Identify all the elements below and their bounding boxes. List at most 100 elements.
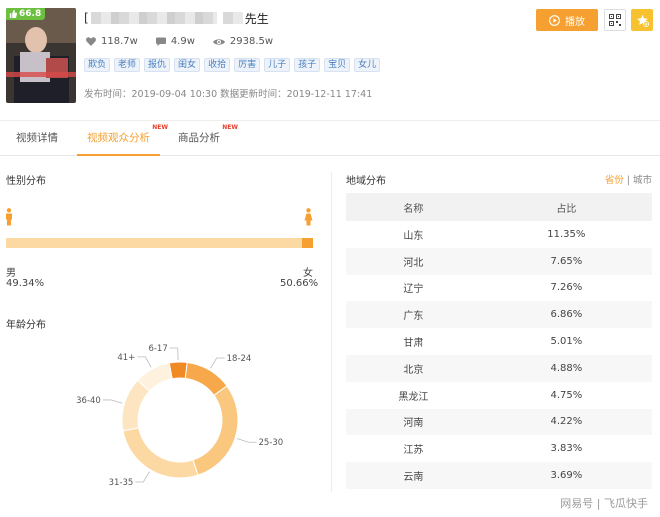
video-tags: 欺负 老师 报仇 闺女 收拾 厉害 儿子 孩子 宝贝 女儿 bbox=[84, 58, 381, 72]
comments-count: 4.9w bbox=[170, 36, 195, 47]
region-toggle: 省份 | 城市 bbox=[605, 172, 652, 186]
table-row: 河南 4.22% bbox=[346, 408, 652, 436]
qr-code-button[interactable] bbox=[604, 9, 626, 31]
region-name: 山东 bbox=[403, 230, 424, 242]
table-row: 北京 4.88% bbox=[346, 354, 652, 382]
female-label: 女 bbox=[303, 268, 313, 279]
tab-label: 视频详情 bbox=[16, 132, 58, 144]
region-name: 河南 bbox=[346, 408, 481, 436]
tab-product-analysis[interactable]: 商品分析 NEW bbox=[168, 121, 238, 156]
tab-video-details[interactable]: 视频详情 bbox=[6, 121, 68, 156]
table-header-row: 名称 占比 bbox=[346, 193, 652, 221]
female-percent: 50.66% bbox=[280, 278, 319, 289]
table-row: 山东 11.35% bbox=[346, 221, 652, 248]
play-button[interactable]: 播放 bbox=[536, 9, 598, 31]
views-stat: 2938.5w bbox=[212, 36, 274, 47]
donut-leader-line bbox=[210, 357, 225, 369]
table-row: 黑龙江 4.75% bbox=[346, 382, 652, 409]
thumb-up-icon bbox=[9, 10, 17, 18]
region-share: 4.88% bbox=[480, 354, 652, 382]
tag-item[interactable]: 欺负 bbox=[84, 58, 111, 72]
region-name: 云南 bbox=[346, 462, 481, 489]
tag-item[interactable]: 闺女 bbox=[174, 58, 201, 72]
region-name: 江苏 bbox=[403, 445, 424, 457]
views-count: 2938.5w bbox=[229, 36, 274, 47]
region-name: 甘肃 bbox=[403, 338, 424, 350]
male-percent: 49.34% bbox=[6, 278, 45, 289]
region-share: 7.65% bbox=[480, 247, 652, 275]
tag-item[interactable]: 宝贝 bbox=[324, 58, 351, 72]
table-row: 河北 7.65% bbox=[346, 247, 652, 275]
region-share: 3.83% bbox=[550, 443, 583, 455]
likes-count: 118.7w bbox=[101, 36, 138, 47]
play-icon bbox=[549, 14, 560, 26]
region-table: 名称 占比 山东 11.35% 河北 7.65% 辽宁 7.26% 广东 6.86% 甘… bbox=[346, 193, 652, 489]
tag-item[interactable]: 儿子 bbox=[264, 58, 291, 72]
table-row: 辽宁 7.26% bbox=[346, 275, 652, 302]
tag-item[interactable]: 老师 bbox=[114, 58, 141, 72]
gender-bar bbox=[6, 238, 313, 248]
region-share: 4.75% bbox=[550, 389, 583, 401]
donut-leader-line bbox=[135, 471, 150, 483]
tab-bar: 视频详情 视频观众分析 NEW 商品分析 NEW bbox=[0, 120, 660, 156]
play-label: 播放 bbox=[565, 16, 585, 28]
region-name: 北京 bbox=[346, 354, 481, 382]
video-thumbnail[interactable]: 66.8 bbox=[6, 8, 76, 103]
publish-time: 发布时间：2019-09-04 10:30 数据更新时间：2019-12-11 … bbox=[84, 89, 373, 100]
donut-label: 18-24 bbox=[227, 354, 252, 364]
column-header-share: 占比 bbox=[480, 193, 652, 221]
region-name: 河北 bbox=[346, 247, 481, 275]
donut-slice-25-30[interactable] bbox=[192, 385, 239, 476]
region-name: 广东 bbox=[346, 301, 481, 329]
region-name: 辽宁 bbox=[403, 284, 424, 296]
tag-item[interactable]: 报仇 bbox=[144, 58, 171, 72]
watermark: 网易号 | 飞瓜快手 bbox=[560, 497, 648, 510]
region-share: 5.01% bbox=[550, 336, 583, 348]
new-badge: NEW bbox=[222, 124, 238, 131]
video-stats: 118.7w 4.9w 2938.5w bbox=[86, 36, 273, 47]
toggle-separator: | bbox=[626, 175, 630, 186]
age-donut-chart: 6-17 18-24 25-30 31-35 36-40 41+ bbox=[76, 344, 283, 488]
donut-leader-line bbox=[102, 399, 123, 404]
donut-leader-line bbox=[236, 438, 257, 443]
table-row: 甘肃 5.01% bbox=[346, 328, 652, 355]
title-redacted-2 bbox=[222, 12, 243, 24]
donut-leader-line bbox=[169, 347, 179, 361]
favorite-button[interactable] bbox=[631, 9, 653, 31]
table-row: 广东 6.86% bbox=[346, 301, 652, 329]
tab-label: 商品分析 bbox=[178, 132, 220, 144]
donut-label: 31-35 bbox=[109, 478, 134, 488]
star-add-icon bbox=[636, 14, 649, 27]
tab-label: 视频观众分析 bbox=[87, 132, 150, 144]
gender-bar-female bbox=[302, 238, 313, 248]
region-share: 11.35% bbox=[547, 228, 586, 240]
toggle-province[interactable]: 省份 bbox=[605, 175, 624, 186]
region-share: 7.26% bbox=[550, 282, 583, 294]
comments-stat: 4.9w bbox=[155, 36, 195, 47]
donut-label: 36-40 bbox=[76, 396, 101, 406]
video-thumbnail-image bbox=[6, 8, 76, 103]
title-suffix: 先生 bbox=[244, 11, 269, 26]
tag-item[interactable]: 孩子 bbox=[294, 58, 321, 72]
region-name: 黑龙江 bbox=[398, 391, 429, 403]
heart-icon bbox=[86, 37, 96, 46]
male-label: 男 bbox=[6, 268, 16, 279]
likes-stat: 118.7w bbox=[86, 36, 138, 47]
tab-audience-analysis[interactable]: 视频观众分析 NEW bbox=[77, 121, 168, 156]
title-bracket: [ bbox=[84, 11, 89, 25]
donut-leader-line bbox=[137, 356, 152, 368]
gender-section-title: 性别分布 bbox=[6, 176, 46, 187]
tag-item[interactable]: 女儿 bbox=[354, 58, 381, 72]
tag-item[interactable]: 厉害 bbox=[234, 58, 261, 72]
eye-icon bbox=[212, 38, 225, 45]
table-row: 云南 3.69% bbox=[346, 462, 652, 489]
donut-label: 25-30 bbox=[258, 438, 283, 448]
tag-item[interactable]: 收拾 bbox=[204, 58, 231, 72]
donut-slice-31-35[interactable] bbox=[122, 427, 199, 479]
toggle-city[interactable]: 城市 bbox=[633, 175, 652, 186]
region-section-title: 地域分布 bbox=[346, 176, 386, 187]
female-icon bbox=[304, 208, 313, 226]
donut-label: 6-17 bbox=[148, 344, 167, 354]
donut-label: 41+ bbox=[117, 353, 135, 363]
comment-icon bbox=[155, 37, 166, 46]
